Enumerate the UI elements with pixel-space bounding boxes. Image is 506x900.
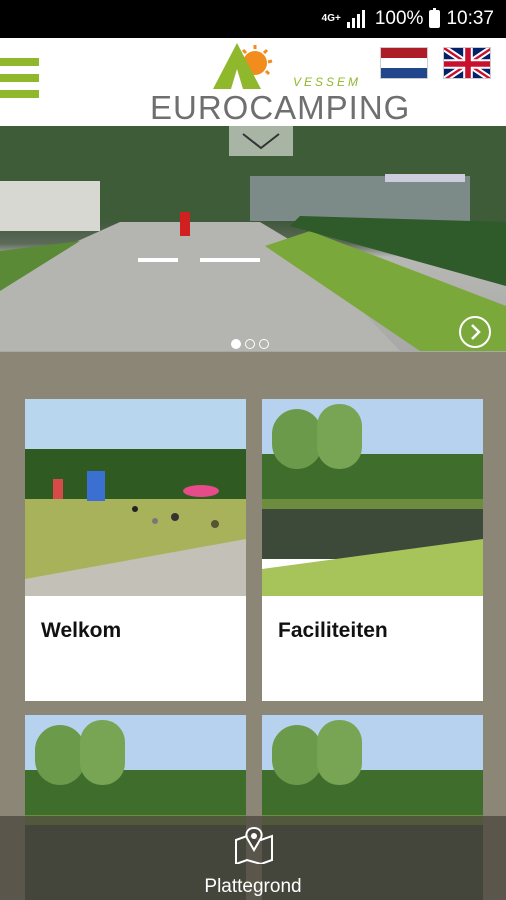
- app-header: VESSEM EUROCAMPING: [0, 38, 506, 126]
- card-title: Welkom: [41, 619, 122, 642]
- uk-flag-icon[interactable]: [443, 47, 491, 79]
- battery-icon: [429, 8, 441, 28]
- status-bar: 4G+ 100% 10:37: [0, 0, 506, 38]
- clock: 10:37: [446, 8, 494, 29]
- chevron-down-icon: [242, 133, 280, 150]
- network-type: 4G+: [321, 13, 341, 24]
- hero-slider[interactable]: [0, 126, 506, 352]
- slider-pagination: [231, 339, 269, 349]
- eurocamping-logo: VESSEM EUROCAMPING: [150, 41, 409, 126]
- plattegrond-button[interactable]: Plattegrond: [0, 816, 506, 900]
- card-welkom[interactable]: Welkom: [25, 399, 246, 701]
- hero-photo: [0, 126, 506, 351]
- card-faciliteiten[interactable]: Faciliteiten: [262, 399, 483, 701]
- bottom-nav-label: Plattegrond: [204, 876, 302, 897]
- hamburger-menu-button[interactable]: [0, 58, 40, 108]
- map-pin-icon: [234, 826, 274, 869]
- netherlands-flag-icon[interactable]: [380, 47, 428, 79]
- slider-next-button[interactable]: [459, 316, 491, 348]
- battery-percentage: 100%: [374, 8, 424, 29]
- slide-dot[interactable]: [259, 339, 269, 349]
- signal-icon: [346, 10, 369, 28]
- slider-collapse-button[interactable]: [229, 126, 293, 156]
- slide-dot[interactable]: [245, 339, 255, 349]
- chevron-right-icon: [471, 324, 481, 340]
- pond-photo: [262, 399, 483, 596]
- card-title: Faciliteiten: [278, 619, 388, 642]
- slide-dot[interactable]: [231, 339, 241, 349]
- playground-photo: [25, 399, 246, 596]
